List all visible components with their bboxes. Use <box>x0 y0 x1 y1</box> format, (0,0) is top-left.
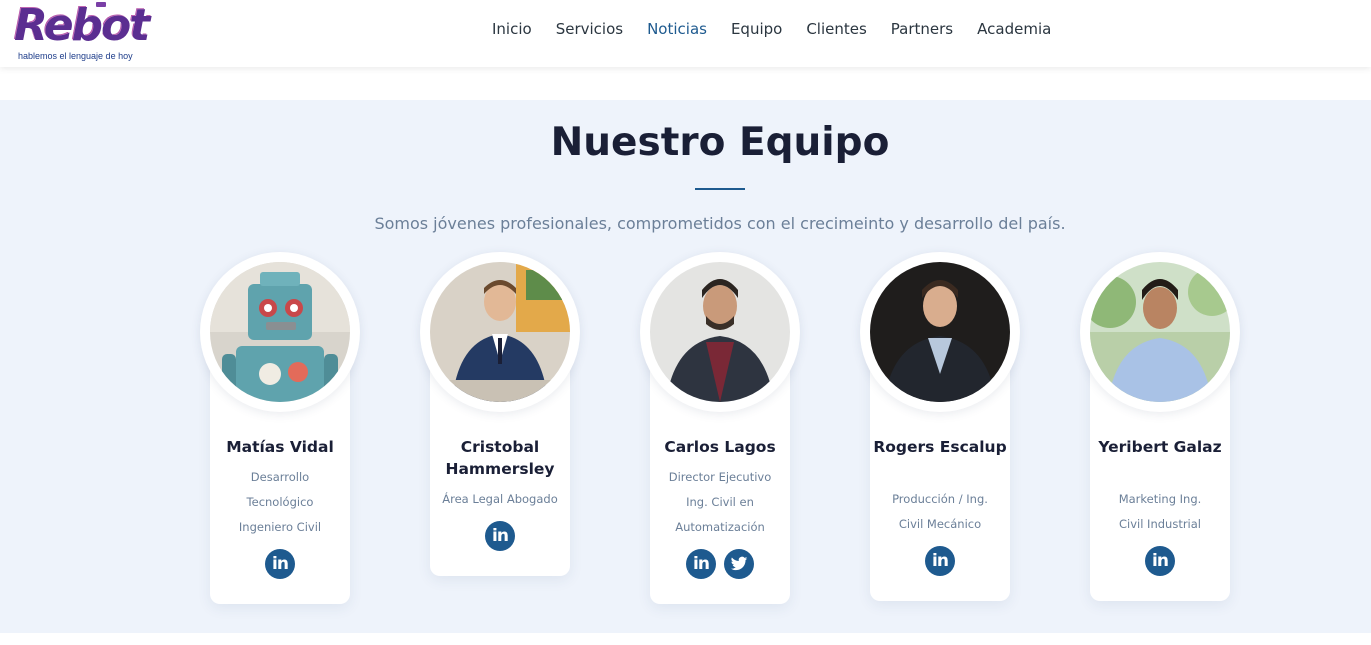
member-role-line: Marketing Ing. <box>1118 492 1202 506</box>
nav-academia[interactable]: Academia <box>977 20 1051 38</box>
member-role-line: Ingeniero Civil <box>238 520 322 534</box>
nav-servicios[interactable]: Servicios <box>556 20 623 38</box>
member-role-line: Producción / Ing. <box>892 492 988 506</box>
member-role-line: Automatización <box>675 520 765 534</box>
member-role-line: Desarrollo <box>250 470 310 484</box>
member-role-line: Civil Mecánico <box>898 517 982 531</box>
twitter-icon[interactable] <box>724 549 754 579</box>
avatar-yeribert-galaz <box>1080 252 1240 412</box>
man-dark-suit-photo <box>870 262 1010 402</box>
section-title: Nuestro Equipo <box>550 120 890 165</box>
logo-text: Rebot <box>14 0 150 51</box>
member-name: Cristobal Hammersley <box>445 438 555 478</box>
title-divider <box>695 188 745 190</box>
member-socials: in <box>210 549 350 579</box>
member-role-line: Ing. Civil en <box>686 495 754 509</box>
member-role-line: Civil Industrial <box>1118 517 1201 531</box>
member-name: Carlos Lagos <box>664 438 776 456</box>
logo-tagline: hablemos el lenguaje de hoy <box>18 51 133 61</box>
team-section: Nuestro Equipo Somos jóvenes profesional… <box>0 100 1371 633</box>
man-suit-office-photo <box>430 262 570 402</box>
member-role-line: Tecnológico <box>246 495 314 509</box>
linkedin-icon[interactable]: in <box>925 546 955 576</box>
nav-partners[interactable]: Partners <box>891 20 953 38</box>
man-beard-jacket-photo <box>650 262 790 402</box>
member-role-line: Área Legal Abogado <box>442 492 558 506</box>
member-socials: in <box>650 549 790 579</box>
avatar-rogers-escalup <box>860 252 1020 412</box>
site-header: Rebot hablemos el lenguaje de hoy Inicio… <box>0 0 1371 67</box>
nav-inicio[interactable]: Inicio <box>492 20 532 38</box>
main-nav: Inicio Servicios Noticias Equipo Cliente… <box>492 20 1051 38</box>
linkedin-icon[interactable]: in <box>686 549 716 579</box>
avatar-carlos-lagos <box>640 252 800 412</box>
avatar-matias-vidal <box>200 252 360 412</box>
linkedin-icon[interactable]: in <box>485 521 515 551</box>
nav-equipo[interactable]: Equipo <box>731 20 782 38</box>
rebot-logo[interactable]: Rebot hablemos el lenguaje de hoy <box>14 0 150 64</box>
section-subtitle: Somos jóvenes profesionales, comprometid… <box>374 214 1066 233</box>
member-socials: in <box>870 546 1010 576</box>
member-name: Yeribert Galaz <box>1098 438 1222 456</box>
member-role-line: Director Ejecutivo <box>668 470 772 484</box>
member-name: Matías Vidal <box>226 438 334 456</box>
member-name: Rogers Escalup <box>873 438 1007 456</box>
linkedin-icon[interactable]: in <box>1145 546 1175 576</box>
man-smiling-outdoor-photo <box>1090 262 1230 402</box>
avatar-cristobal-hammersley <box>420 252 580 412</box>
member-socials: in <box>1090 546 1230 576</box>
linkedin-icon[interactable]: in <box>265 549 295 579</box>
robot-toy-photo <box>210 262 350 402</box>
nav-noticias[interactable]: Noticias <box>647 20 707 38</box>
member-socials: in <box>430 521 570 551</box>
nav-clientes[interactable]: Clientes <box>806 20 866 38</box>
